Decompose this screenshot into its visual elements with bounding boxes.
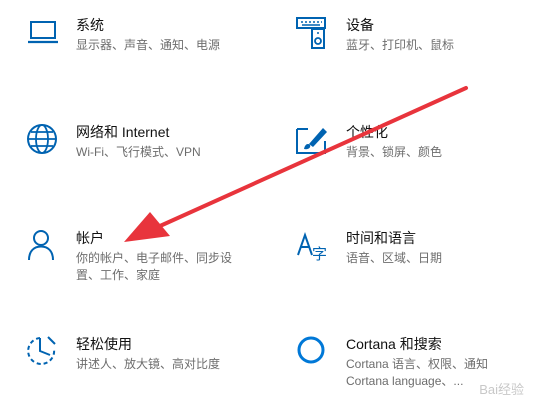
devices-icon	[296, 16, 330, 50]
tile-description: 讲述人、放大镜、高对比度	[76, 357, 221, 371]
laptop-icon	[26, 16, 60, 50]
tile-personalization[interactable]: 个性化 背景、锁屏、颜色	[296, 123, 536, 171]
tile-system[interactable]: 系统 显示器、声音、通知、电源	[26, 16, 266, 64]
tile-description: 显示器、声音、通知、电源	[76, 38, 221, 52]
tile-description: 蓝牙、打印机、鼠标	[346, 38, 455, 52]
svg-text:字: 字	[312, 245, 327, 263]
tile-description: 你的帐户、电子邮件、同步设 置、工作、家庭	[76, 251, 233, 282]
tile-description: Wi-Fi、飞行模式、VPN	[76, 145, 201, 159]
tile-title: Cortana 和搜索	[346, 336, 442, 352]
tile-description: Cortana 语言、权限、通知 Cortana language、...	[346, 357, 489, 388]
tile-description: 语音、区域、日期	[346, 251, 443, 265]
tile-description: 背景、锁屏、颜色	[346, 145, 443, 159]
time-language-icon: 字	[296, 229, 330, 263]
globe-icon	[26, 123, 60, 157]
tile-devices[interactable]: 设备 蓝牙、打印机、鼠标	[296, 16, 536, 64]
tile-title: 帐户	[76, 230, 104, 246]
tile-title: 个性化	[346, 124, 388, 140]
cortana-icon	[296, 335, 330, 369]
tile-time-language[interactable]: 字 时间和语言 语音、区域、日期	[296, 229, 536, 277]
tile-title: 系统	[76, 17, 104, 33]
tile-title: 轻松使用	[76, 336, 132, 352]
ease-of-access-icon	[26, 335, 60, 369]
person-icon	[26, 229, 60, 263]
watermark: Bai经验	[479, 382, 524, 397]
tile-title: 设备	[346, 17, 374, 33]
tile-accounts[interactable]: 帐户 你的帐户、电子邮件、同步设 置、工作、家庭	[26, 229, 266, 287]
settings-home: 系统 显示器、声音、通知、电源 设备 蓝牙、打印机、鼠标 网络和 Interne…	[0, 0, 552, 404]
personalization-icon	[296, 123, 330, 157]
tile-title: 时间和语言	[346, 230, 416, 246]
tile-title: 网络和 Internet	[76, 124, 170, 140]
tile-network[interactable]: 网络和 Internet Wi-Fi、飞行模式、VPN	[26, 123, 266, 171]
tile-ease-of-access[interactable]: 轻松使用 讲述人、放大镜、高对比度	[26, 335, 266, 383]
